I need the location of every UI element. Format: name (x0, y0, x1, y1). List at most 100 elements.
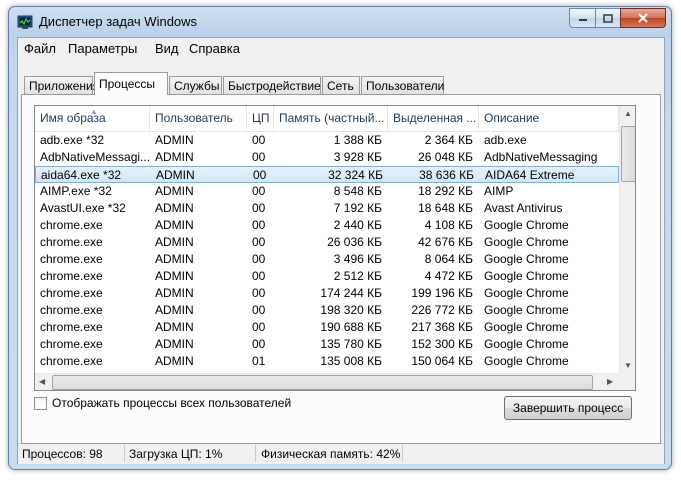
scroll-down-icon[interactable]: ▼ (624, 361, 632, 370)
cell-user: ADMIN (155, 337, 194, 351)
table-row[interactable]: AvastUI.exe *32 ADMIN 00 7 192 КБ 18 648 КБ A… (35, 200, 619, 217)
table-row[interactable]: chrome.exe ADMIN 01 135 008 КБ 150 064 КБ Goo… (35, 353, 619, 370)
cell-commit-size: 18 648 КБ (418, 201, 473, 215)
cell-description: adb.exe (484, 133, 527, 147)
cell-image-name: chrome.exe (40, 218, 103, 232)
cell-user: ADMIN (155, 184, 194, 198)
cell-private-memory: 7 192 КБ (333, 201, 382, 215)
table-row[interactable]: chrome.exe ADMIN 00 2 512 КБ 4 472 КБ Google … (35, 268, 619, 285)
show-all-processes-label[interactable]: Отображать процессы всех пользователей (52, 396, 291, 410)
table-row[interactable]: aida64.exe *32 ADMIN 00 32 324 КБ 38 636 КБ A… (35, 166, 619, 183)
table-row[interactable]: chrome.exe ADMIN 00 135 780 КБ 152 300 КБ Goo… (35, 336, 619, 353)
cell-user: ADMIN (155, 201, 194, 215)
column-header: ▲ Имя образа Пользователь ЦП Память (час… (35, 106, 619, 132)
cell-cpu: 00 (252, 150, 266, 164)
cell-description: Google Chrome (484, 303, 569, 317)
cell-user: ADMIN (155, 354, 194, 368)
cell-commit-size: 152 300 КБ (411, 337, 473, 351)
cell-image-name: AvastUI.exe *32 (40, 201, 126, 215)
show-all-processes-checkbox[interactable] (34, 397, 47, 410)
table-row[interactable]: chrome.exe ADMIN 00 2 440 КБ 4 108 КБ Google … (35, 217, 619, 234)
cell-cpu: 00 (252, 269, 266, 283)
table-row[interactable]: adb.exe *32 ADMIN 00 1 388 КБ 2 364 КБ adb.ex… (35, 132, 619, 149)
cell-cpu: 00 (252, 286, 266, 300)
close-button[interactable] (620, 8, 666, 28)
tab-applications[interactable]: Приложения (24, 76, 99, 94)
cell-private-memory: 32 324 КБ (328, 168, 383, 182)
cell-image-name: chrome.exe (40, 303, 103, 317)
scroll-up-icon[interactable]: ▲ (624, 109, 632, 118)
minimize-button[interactable] (569, 8, 595, 28)
scrollbar-corner (619, 373, 635, 390)
table-row[interactable]: AIMP.exe *32 ADMIN 00 8 548 КБ 18 292 КБ AIMP (35, 183, 619, 200)
cell-private-memory: 8 548 КБ (333, 184, 382, 198)
tab-network[interactable]: Сеть (322, 76, 360, 94)
column-private-memory[interactable]: Память (частный... (274, 106, 388, 131)
end-process-button[interactable]: Завершить процесс (504, 396, 632, 420)
horizontal-scrollbar[interactable]: ◀ ▶ (35, 373, 619, 390)
cell-image-name: chrome.exe (40, 337, 103, 351)
cell-user: ADMIN (155, 133, 194, 147)
table-row[interactable]: chrome.exe ADMIN 00 198 320 КБ 226 772 КБ Goo… (35, 302, 619, 319)
cell-commit-size: 4 108 КБ (424, 218, 473, 232)
status-divider (124, 445, 125, 462)
cell-private-memory: 174 244 КБ (320, 286, 382, 300)
cell-description: Google Chrome (484, 235, 569, 249)
tab-users[interactable]: Пользователи (361, 76, 444, 94)
client-area: Файл Параметры Вид Справка Приложения Пр… (17, 37, 665, 464)
column-image-name[interactable]: ▲ Имя образа (35, 106, 150, 131)
processes-panel: ▲ Имя образа Пользователь ЦП Память (час… (21, 94, 661, 444)
table-row[interactable]: chrome.exe ADMIN 00 26 036 КБ 42 676 КБ Googl… (35, 234, 619, 251)
sort-ascending-icon: ▲ (90, 107, 98, 116)
cell-cpu: 00 (252, 320, 266, 334)
column-cpu[interactable]: ЦП (247, 106, 274, 131)
cell-private-memory: 190 688 КБ (320, 320, 382, 334)
table-row[interactable]: AdbNativeMessagi... ADMIN 00 3 928 КБ 26 048… (35, 149, 619, 166)
vertical-scrollbar[interactable]: ▲ ▼ (619, 106, 635, 373)
column-user[interactable]: Пользователь (150, 106, 247, 131)
cell-description: Google Chrome (484, 337, 569, 351)
cell-private-memory: 2 512 КБ (333, 269, 382, 283)
cell-private-memory: 198 320 КБ (320, 303, 382, 317)
cell-user: ADMIN (155, 286, 194, 300)
status-physical-memory: Физическая память: 42% (261, 447, 401, 461)
cell-commit-size: 199 196 КБ (411, 286, 473, 300)
tab-services[interactable]: Службы (169, 76, 222, 94)
cell-commit-size: 38 636 КБ (419, 168, 474, 182)
scroll-right-icon[interactable]: ▶ (607, 377, 613, 386)
cell-image-name: chrome.exe (40, 235, 103, 249)
window-title: Диспетчер задач Windows (39, 14, 198, 29)
tab-processes[interactable]: Процессы (94, 72, 168, 95)
task-manager-icon (17, 15, 33, 29)
scroll-left-icon[interactable]: ◀ (39, 377, 45, 386)
cell-private-memory: 26 036 КБ (327, 235, 382, 249)
caption-buttons (569, 8, 666, 28)
vertical-scroll-thumb[interactable] (621, 126, 635, 182)
task-manager-window: Диспетчер задач Windows Файл Параметры В… (8, 6, 672, 470)
cell-commit-size: 150 064 КБ (411, 354, 473, 368)
tab-performance[interactable]: Быстродействие (223, 76, 321, 94)
process-list[interactable]: ▲ Имя образа Пользователь ЦП Память (час… (34, 105, 636, 391)
minimize-icon (578, 19, 587, 21)
cell-user: ADMIN (155, 235, 194, 249)
cell-cpu: 00 (252, 337, 266, 351)
column-commit-size[interactable]: Выделенная ... (388, 106, 479, 131)
cell-commit-size: 26 048 КБ (418, 150, 473, 164)
cell-private-memory: 3 496 КБ (333, 252, 382, 266)
cell-cpu: 00 (252, 303, 266, 317)
cell-cpu: 00 (252, 201, 266, 215)
cell-image-name: adb.exe *32 (40, 133, 105, 147)
table-row[interactable]: chrome.exe ADMIN 00 174 244 КБ 199 196 КБ Goo… (35, 285, 619, 302)
column-description[interactable]: Описание (479, 106, 619, 131)
close-icon (638, 13, 648, 23)
table-row[interactable]: chrome.exe ADMIN 00 190 688 КБ 217 368 КБ Goo… (35, 319, 619, 336)
cell-description: Google Chrome (484, 354, 569, 368)
horizontal-scroll-thumb[interactable] (52, 375, 593, 390)
cell-image-name: chrome.exe (40, 252, 103, 266)
cell-image-name: AdbNativeMessagi... (40, 150, 150, 164)
maximize-button[interactable] (595, 8, 620, 28)
table-row[interactable]: chrome.exe ADMIN 00 3 496 КБ 8 064 КБ Google … (35, 251, 619, 268)
cell-commit-size: 8 064 КБ (424, 252, 473, 266)
title-bar[interactable]: Диспетчер задач Windows (9, 7, 671, 37)
status-process-count: Процессов: 98 (22, 447, 103, 461)
